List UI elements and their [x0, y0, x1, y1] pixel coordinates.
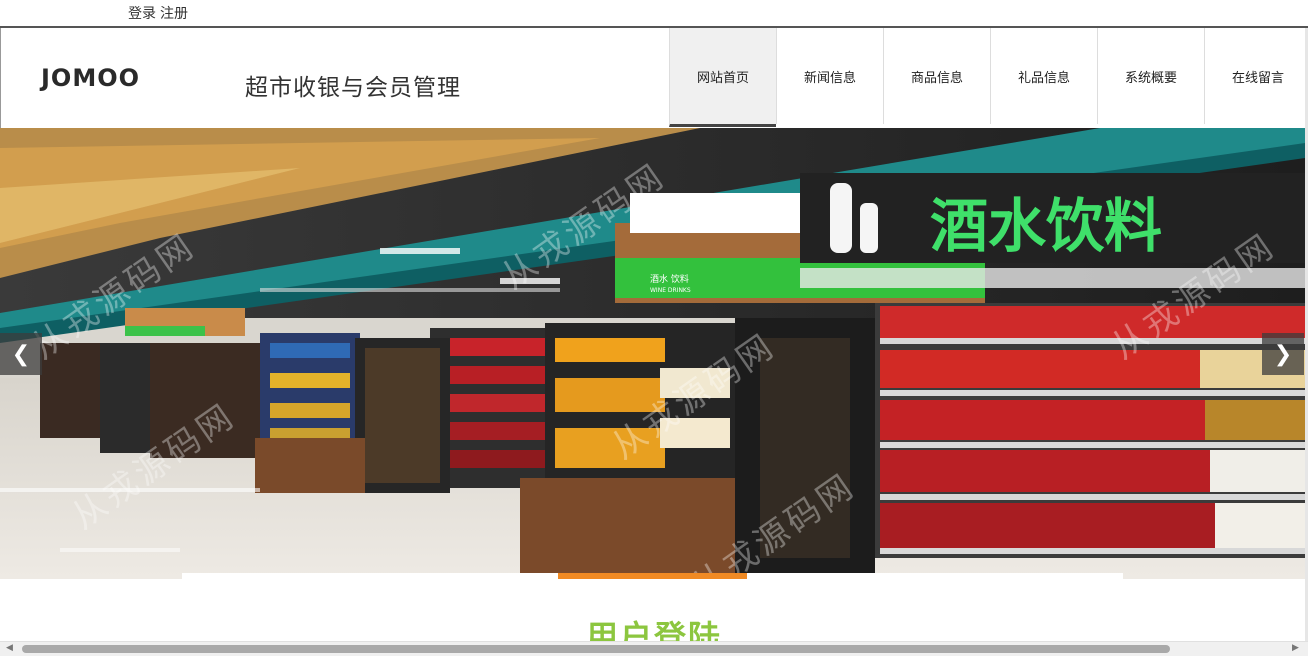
sub-sign-text: 酒水 饮料 [650, 273, 689, 285]
prev-slide-button[interactable]: ❮ [0, 333, 42, 375]
nav-item-home[interactable]: 网站首页 [669, 28, 776, 127]
chevron-left-icon: ❮ [11, 341, 31, 367]
nav-item-news[interactable]: 新闻信息 [776, 28, 883, 124]
slide-dot-active[interactable] [558, 573, 747, 579]
next-slide-button[interactable]: ❯ [1262, 333, 1304, 375]
hero-banner[interactable]: 酒水 饮料 WINE DRINKS 酒水饮料 从戎源码网 从戎源码网 从戎源码网… [0, 128, 1305, 579]
big-sign-text: 酒水饮料 [930, 192, 1162, 260]
slide-dot[interactable] [934, 573, 1124, 579]
horizontal-scrollbar[interactable]: ◀ ▶ [0, 641, 1308, 656]
nav-item-messages[interactable]: 在线留言 [1204, 28, 1308, 124]
top-auth-bar: 登录 注册 [0, 0, 1308, 27]
nav-item-products[interactable]: 商品信息 [883, 28, 990, 124]
register-link[interactable]: 注册 [160, 6, 188, 22]
nav-item-overview[interactable]: 系统概要 [1097, 28, 1204, 124]
main-nav: 网站首页 新闻信息 商品信息 礼品信息 系统概要 在线留言 [669, 28, 1308, 128]
sub-sign-en: WINE DRINKS [650, 287, 691, 294]
supermarket-illustration: 酒水 饮料 WINE DRINKS 酒水饮料 [0, 128, 1305, 579]
slide-dot[interactable] [370, 573, 559, 579]
scrollbar-thumb[interactable] [22, 645, 1170, 653]
slide-indicators [182, 573, 1124, 579]
site-title: 超市收银与会员管理 [245, 75, 461, 101]
chevron-right-icon: ❯ [1273, 341, 1293, 367]
login-link[interactable]: 登录 [128, 6, 156, 22]
slide-dot[interactable] [182, 573, 371, 579]
scroll-left-icon[interactable]: ◀ [6, 643, 13, 653]
brand-logo[interactable]: JOMOO [41, 64, 140, 92]
site-header: JOMOO 超市收银与会员管理 网站首页 新闻信息 商品信息 礼品信息 系统概要… [0, 28, 1308, 128]
slide-dot[interactable] [746, 573, 935, 579]
auth-links: 登录 注册 [128, 5, 188, 23]
scroll-right-icon[interactable]: ▶ [1292, 643, 1299, 653]
nav-item-gifts[interactable]: 礼品信息 [990, 28, 1097, 124]
